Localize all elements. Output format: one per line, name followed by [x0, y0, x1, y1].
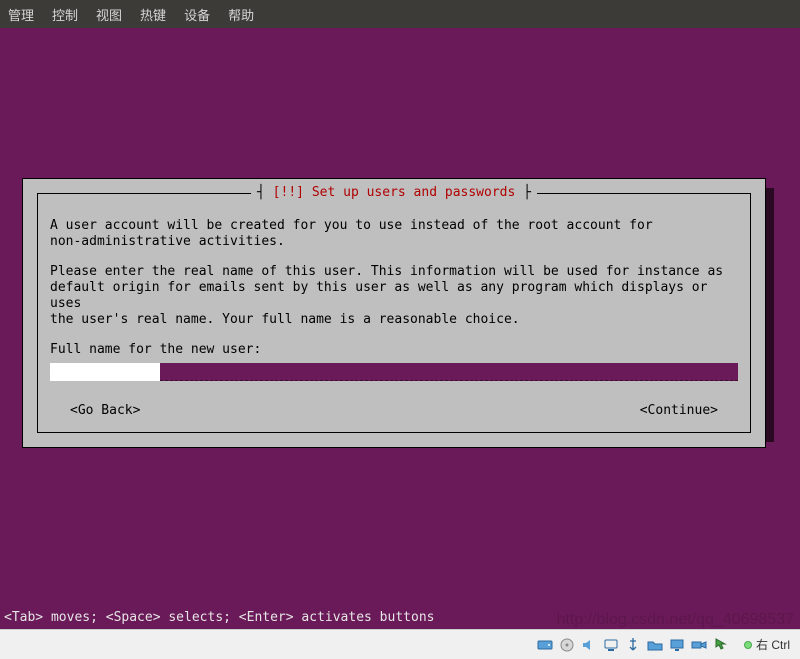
host-key-label: 右 Ctrl — [756, 636, 790, 653]
input-cursor-region[interactable] — [50, 363, 160, 381]
menu-view[interactable]: 视图 — [96, 5, 122, 24]
harddisk-icon[interactable] — [536, 636, 554, 654]
network-icon[interactable] — [602, 636, 620, 654]
display-icon[interactable] — [668, 636, 686, 654]
menu-manage[interactable]: 管理 — [8, 5, 34, 24]
dialog-button-row: <Go Back> <Continue> — [50, 403, 738, 418]
go-back-button[interactable]: <Go Back> — [70, 403, 140, 418]
mouse-integration-icon[interactable] — [712, 636, 730, 654]
help-line: <Tab> moves; <Space> selects; <Enter> ac… — [4, 610, 434, 625]
menu-control[interactable]: 控制 — [52, 5, 78, 24]
input-remainder[interactable] — [160, 363, 738, 381]
vm-menu-bar: 管理 控制 视图 热键 设备 帮助 — [0, 0, 800, 28]
menu-hotkeys[interactable]: 热键 — [140, 5, 166, 24]
shared-folder-icon[interactable] — [646, 636, 664, 654]
menu-devices[interactable]: 设备 — [184, 5, 210, 24]
dialog-paragraph-1: A user account will be created for you t… — [50, 218, 738, 250]
menu-help[interactable]: 帮助 — [228, 5, 254, 24]
optical-disc-icon[interactable] — [558, 636, 576, 654]
dialog-paragraph-2: Please enter the real name of this user.… — [50, 264, 738, 328]
dialog-title: [!!] Set up users and passwords — [251, 185, 537, 200]
host-key-dot-icon — [744, 641, 752, 649]
installer-dialog: [!!] Set up users and passwords A user a… — [22, 178, 766, 448]
guest-screen: [!!] Set up users and passwords A user a… — [0, 28, 800, 629]
vm-status-bar: 右 Ctrl — [0, 629, 800, 659]
video-capture-icon[interactable] — [690, 636, 708, 654]
usb-icon[interactable] — [624, 636, 642, 654]
dialog-frame: [!!] Set up users and passwords A user a… — [37, 193, 751, 433]
host-key-indicator: 右 Ctrl — [740, 635, 794, 654]
continue-button[interactable]: <Continue> — [640, 403, 718, 418]
full-name-input[interactable] — [50, 363, 738, 381]
audio-icon[interactable] — [580, 636, 598, 654]
full-name-prompt: Full name for the new user: — [50, 342, 738, 357]
